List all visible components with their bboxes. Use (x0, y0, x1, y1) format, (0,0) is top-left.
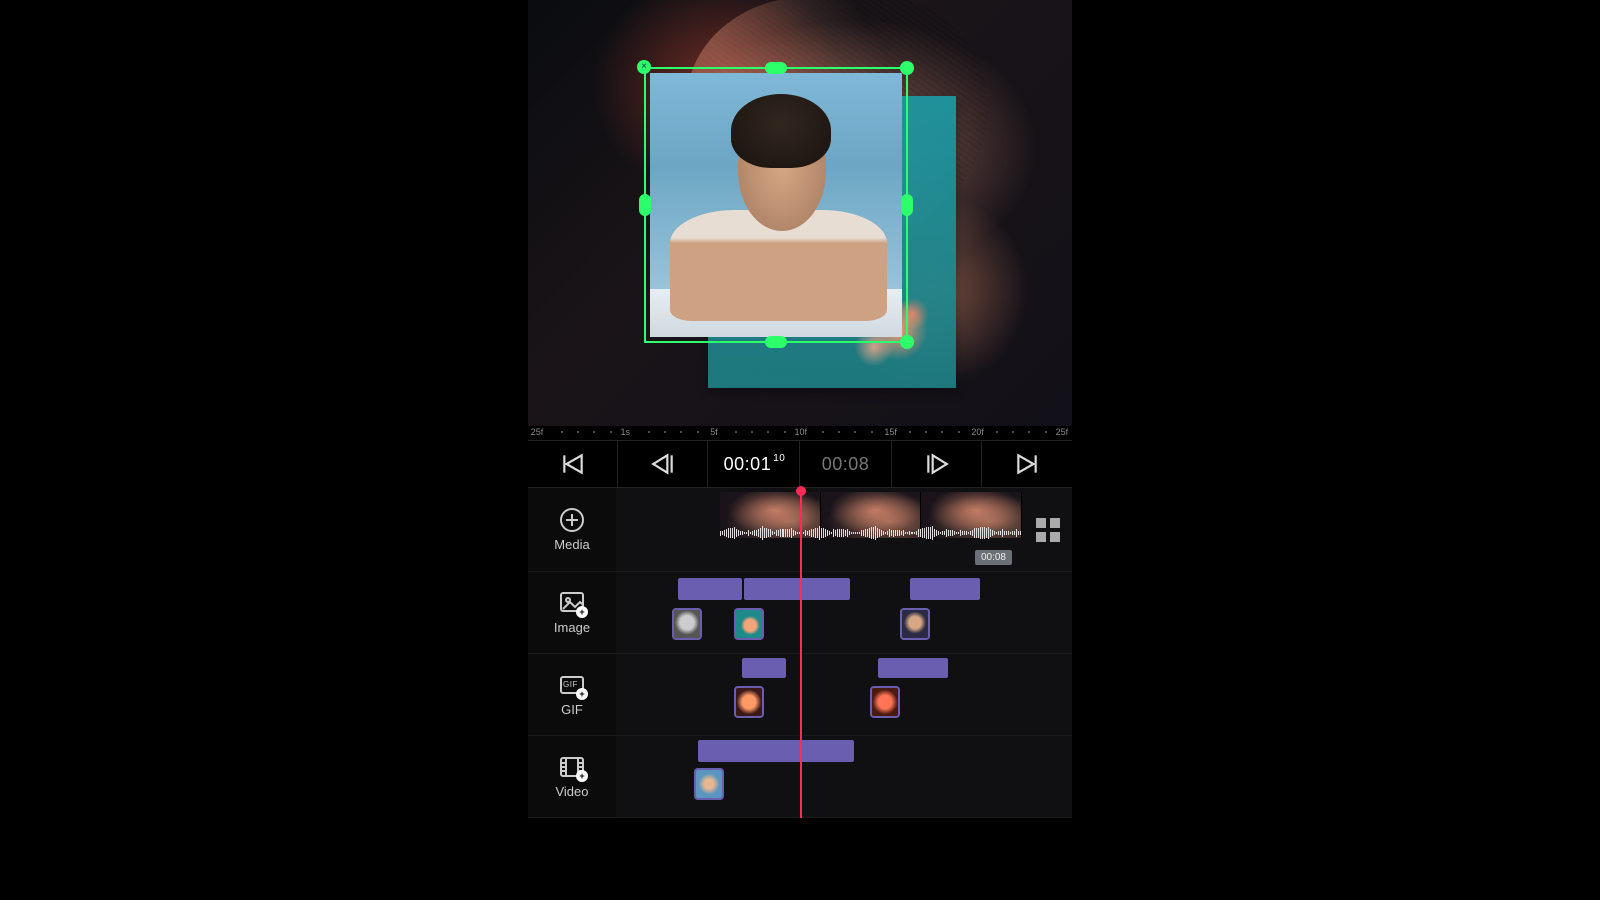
gif-clip-bar[interactable] (878, 658, 948, 678)
gif-clip-bar[interactable] (742, 658, 786, 678)
ruler-label: 10f (795, 427, 808, 437)
timeline-ruler[interactable]: 25f 1s 5f 10f 15f 20f 25f (528, 426, 1072, 440)
duration-display: 00:08 (800, 441, 892, 487)
skip-end-button[interactable] (982, 441, 1072, 487)
audio-waveform (720, 526, 1022, 540)
rotate-handle-top-right[interactable] (900, 61, 914, 75)
image-clip-bar[interactable] (910, 578, 980, 600)
add-media-icon[interactable] (558, 507, 586, 533)
transport-bar: 00:0110 00:08 (528, 440, 1072, 488)
ruler-label: 25f (1056, 427, 1069, 437)
ruler-label: 20f (971, 427, 984, 437)
media-track-lane[interactable]: 00:08 (616, 488, 1072, 571)
gif-clip-chip[interactable] (870, 686, 900, 718)
frame-forward-button[interactable] (892, 441, 982, 487)
delete-handle-icon[interactable]: × (637, 60, 651, 74)
image-clip-chip[interactable] (734, 608, 764, 640)
playhead[interactable] (800, 488, 802, 818)
current-frame-value: 10 (773, 453, 785, 464)
skip-start-button[interactable] (528, 441, 618, 487)
image-clip-chip[interactable] (672, 608, 702, 640)
gif-track-label: GIF (561, 702, 583, 717)
image-track-lane[interactable] (616, 572, 1072, 653)
video-clip-bar[interactable] (698, 740, 854, 762)
resize-handle-top[interactable] (765, 62, 787, 74)
ruler-label: 1s (620, 427, 630, 437)
image-track-head[interactable]: + Image (528, 572, 616, 653)
video-clip-chip[interactable] (694, 768, 724, 800)
clip-duration-tag: 00:08 (975, 550, 1012, 565)
ruler-label: 15f (884, 427, 897, 437)
image-track-label: Image (554, 620, 590, 635)
timeline-tracks: Media 00:08 (528, 488, 1072, 818)
video-track-head[interactable]: + Video (528, 736, 616, 817)
current-time-display: 00:0110 (708, 441, 800, 487)
resize-handle-bottom[interactable] (765, 336, 787, 348)
frame-back-button[interactable] (618, 441, 708, 487)
add-gif-icon[interactable]: GIF + (558, 672, 586, 698)
add-image-icon[interactable]: + (558, 590, 586, 616)
resize-handle-right[interactable] (901, 194, 913, 216)
add-video-icon[interactable]: + (558, 754, 586, 780)
gif-track-lane[interactable] (616, 654, 1072, 735)
selection-frame[interactable]: × (644, 67, 908, 343)
media-track-head[interactable]: Media (528, 488, 616, 571)
rotate-handle-bottom-right[interactable] (900, 335, 914, 349)
storyboard-grid-icon[interactable] (1036, 518, 1060, 542)
duration-value: 00:08 (822, 454, 870, 475)
video-editor-app: × 25f 1s 5f 10f 15f 20f 25f (528, 0, 1072, 900)
gif-clip-chip[interactable] (734, 686, 764, 718)
video-track-label: Video (555, 784, 588, 799)
video-track-lane[interactable] (616, 736, 1072, 817)
gif-track-head[interactable]: GIF + GIF (528, 654, 616, 735)
ruler-label: 5f (710, 427, 718, 437)
preview-canvas[interactable]: × (528, 0, 1072, 426)
selected-pip-image[interactable] (650, 73, 902, 337)
ruler-label: 25f (531, 427, 544, 437)
image-clip-bar[interactable] (678, 578, 742, 600)
current-time-value: 00:01 (724, 454, 772, 475)
media-track-label: Media (554, 537, 589, 552)
image-clip-bar[interactable] (744, 578, 850, 600)
image-clip-chip[interactable] (900, 608, 930, 640)
resize-handle-left[interactable] (639, 194, 651, 216)
